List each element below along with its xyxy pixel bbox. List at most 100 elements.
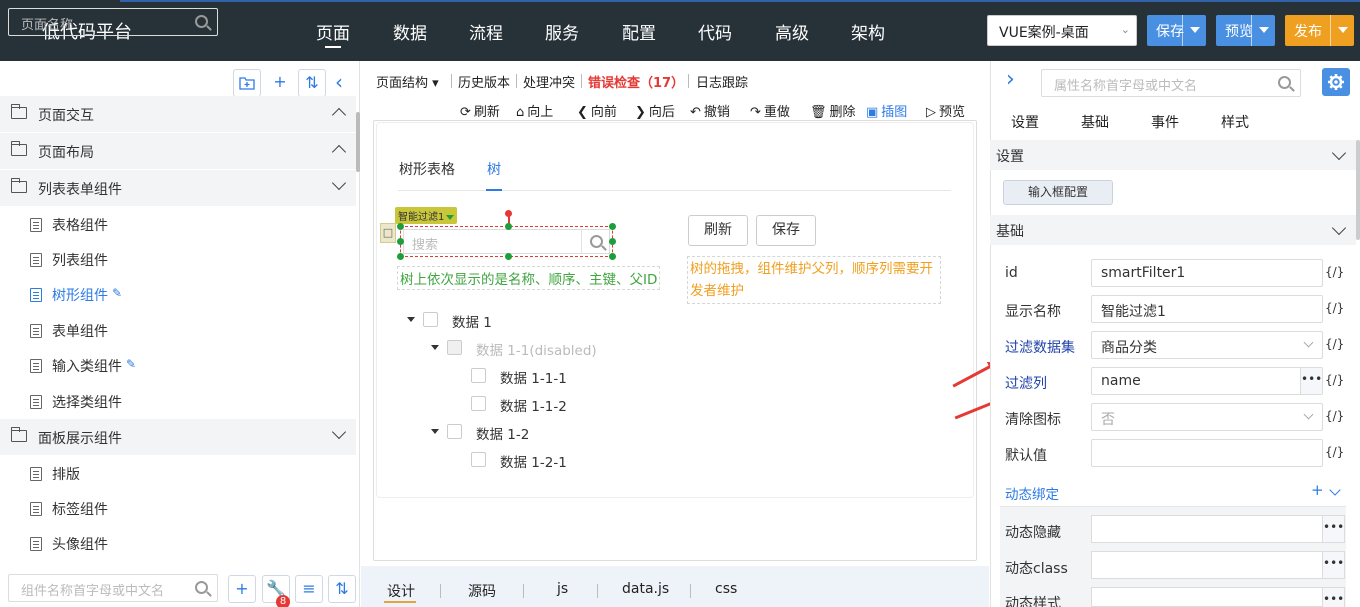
item-input[interactable]: 输入类组件 ✎ <box>0 348 356 383</box>
nav-data[interactable]: 数据 <box>393 19 427 44</box>
tree-checkbox[interactable] <box>471 452 486 467</box>
item-select[interactable]: 选择类组件 <box>0 384 356 419</box>
smart-filter-input[interactable]: 搜索 <box>403 229 610 254</box>
search-icon[interactable] <box>590 235 603 248</box>
tree-checkbox[interactable] <box>423 312 438 327</box>
item-avatar[interactable]: 头像组件 <box>0 526 356 561</box>
undo-tool[interactable]: ↶ 撤销 <box>690 101 730 120</box>
up-tool[interactable]: ⌂ 向上 <box>516 101 553 120</box>
prop-field-id[interactable]: smartFilter1 <box>1091 259 1323 287</box>
resize-handle[interactable] <box>505 253 512 260</box>
project-select[interactable]: VUE案例-桌面 ⌄ <box>987 15 1137 46</box>
expression-toggle[interactable]: {/} <box>1325 265 1344 279</box>
expression-toggle[interactable]: {/} <box>1325 409 1344 423</box>
resize-handle[interactable] <box>609 238 616 245</box>
rotate-handle[interactable] <box>505 210 512 217</box>
item-form[interactable]: 表单组件 <box>0 313 356 348</box>
sort-components-button[interactable]: ⇅ <box>328 575 356 603</box>
item-tree[interactable]: 树形组件 ✎ <box>0 277 356 312</box>
sort-button[interactable]: ⇅ <box>298 69 326 97</box>
search-icon[interactable] <box>1278 76 1291 89</box>
next-tool[interactable]: ❯ 向后 <box>635 101 675 120</box>
redo-tool[interactable]: ↷ 重做 <box>750 101 790 120</box>
preview-button[interactable]: 预览 <box>1216 15 1275 46</box>
rtab-events[interactable]: 事件 <box>1151 112 1179 132</box>
add-component-button[interactable]: + <box>228 575 256 603</box>
resize-handle[interactable] <box>397 223 404 230</box>
more-icon[interactable]: ••• <box>1322 588 1344 607</box>
rtab-settings[interactable]: 设置 <box>1011 112 1039 132</box>
prev-tool[interactable]: ❮ 向前 <box>577 101 617 120</box>
prop-field-filter-column[interactable]: name ••• <box>1091 367 1323 395</box>
prop-select-clear-icon[interactable]: 否 <box>1091 403 1323 431</box>
input-config-button[interactable]: 输入框配置 <box>1003 180 1113 205</box>
save-tree-button[interactable]: 保存 <box>756 215 816 246</box>
resize-handle[interactable] <box>505 223 512 230</box>
rtab-basic[interactable]: 基础 <box>1081 112 1109 132</box>
refresh-button[interactable]: 刷新 <box>688 215 748 246</box>
log-trace-link[interactable]: 日志跟踪 <box>696 72 748 91</box>
item-tag[interactable]: 标签组件 <box>0 491 356 526</box>
tree-node-1-1-1[interactable]: 数据 1-1-1 <box>500 367 567 387</box>
nav-architecture[interactable]: 架构 <box>851 19 885 44</box>
group-page-layout[interactable]: 页面布局 <box>0 133 356 169</box>
resize-handle[interactable] <box>609 253 616 260</box>
right-scrollbar[interactable] <box>1356 140 1360 240</box>
component-search-input[interactable]: 组件名称首字母或中文名 <box>8 574 218 602</box>
more-icon[interactable]: ••• <box>1300 368 1322 394</box>
resize-handle[interactable] <box>397 238 404 245</box>
publish-button[interactable]: 发布 <box>1285 15 1354 46</box>
nav-config[interactable]: 配置 <box>622 19 656 44</box>
tree-node-1-1-2[interactable]: 数据 1-1-2 <box>500 395 567 415</box>
save-dropdown[interactable] <box>1182 15 1206 46</box>
tab-tree-table[interactable]: 树形表格 <box>399 159 455 179</box>
item-list[interactable]: 列表组件 <box>0 242 356 277</box>
tree-node-1[interactable]: 数据 1 <box>452 311 492 331</box>
component-drag-icon[interactable]: □ <box>380 223 396 243</box>
tree-checkbox[interactable] <box>447 424 462 439</box>
item-typeset[interactable]: 排版 <box>0 456 356 491</box>
search-icon[interactable] <box>195 581 208 594</box>
publish-dropdown[interactable] <box>1330 15 1354 46</box>
group-list-form[interactable]: 列表表单组件 <box>0 170 356 206</box>
conflict-link[interactable]: 处理冲突 <box>523 72 575 91</box>
tab-design[interactable]: 设计 <box>387 581 415 601</box>
dynamic-bind-header[interactable]: 动态绑定 <box>1005 483 1059 503</box>
page-search-input[interactable]: 页面名称 <box>8 8 218 36</box>
list-order-button[interactable]: ≡ <box>295 575 323 603</box>
tab-css[interactable]: css <box>715 581 737 597</box>
section-basic[interactable]: 基础 <box>990 215 1356 245</box>
caret-down-icon[interactable] <box>431 429 439 434</box>
refresh-tool[interactable]: ⟳ 刷新 <box>460 101 500 120</box>
add-folder-button[interactable] <box>233 69 261 97</box>
expression-toggle[interactable]: {/} <box>1325 445 1344 459</box>
nav-code[interactable]: 代码 <box>698 19 732 44</box>
page-structure-menu[interactable]: 页面结构 ▾ <box>376 72 439 91</box>
more-icon[interactable]: ••• <box>1322 552 1344 578</box>
dyn-field-hidden[interactable]: ••• <box>1091 515 1345 543</box>
resize-handle[interactable] <box>609 223 616 230</box>
prop-field-display-name[interactable]: 智能过滤1 <box>1091 295 1323 323</box>
save-button[interactable]: 保存 <box>1147 15 1206 46</box>
tab-tree[interactable]: 树 <box>487 159 501 179</box>
component-name-chip[interactable]: 智能过滤1 <box>395 207 458 224</box>
tab-data-js[interactable]: data.js <box>622 581 669 597</box>
edit-icon[interactable]: ✎ <box>112 286 122 300</box>
insert-image-tool[interactable]: ▣ 插图 <box>866 101 907 120</box>
nav-flow[interactable]: 流程 <box>469 19 503 44</box>
item-table[interactable]: 表格组件 <box>0 207 356 242</box>
section-settings[interactable]: 设置 <box>990 140 1356 170</box>
caret-down-icon[interactable] <box>407 317 415 322</box>
collapse-left-icon[interactable]: ‹ <box>335 70 343 94</box>
group-page-interaction[interactable]: 页面交互 <box>0 96 356 132</box>
property-search-input[interactable]: 属性名称首字母或中文名 <box>1041 69 1301 97</box>
expand-right-icon[interactable]: › <box>1006 67 1015 92</box>
left-scrollbar[interactable] <box>356 112 360 172</box>
search-icon[interactable] <box>195 15 208 28</box>
tab-js[interactable]: js <box>557 581 568 597</box>
resize-handle[interactable] <box>397 253 404 260</box>
error-check-link[interactable]: 错误检查（17） <box>588 72 684 91</box>
edit-icon[interactable]: ✎ <box>126 357 136 371</box>
tree-checkbox[interactable] <box>471 396 486 411</box>
expression-toggle[interactable]: {/} <box>1325 337 1344 351</box>
